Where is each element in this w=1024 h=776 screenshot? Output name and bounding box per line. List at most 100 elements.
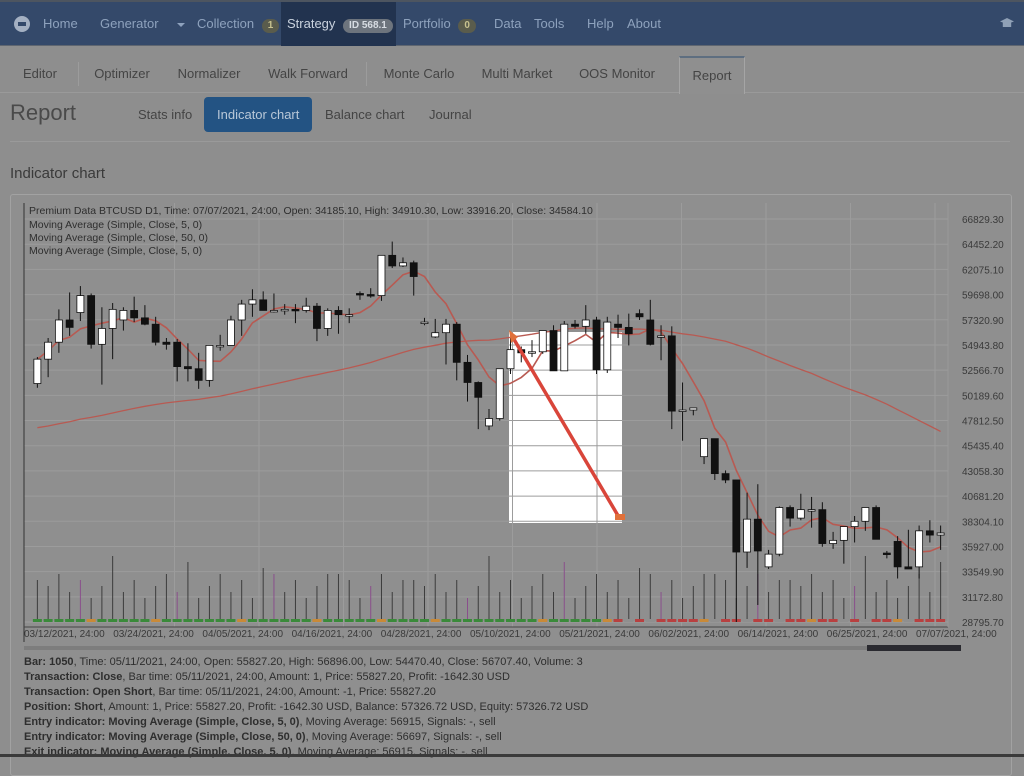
candle-bear bbox=[87, 295, 96, 345]
y-tick-label: 62075.10 bbox=[962, 265, 1004, 276]
candle-bull bbox=[205, 345, 214, 381]
signal-marker bbox=[140, 619, 150, 622]
signal-marker bbox=[194, 619, 204, 622]
info-bar: Bar: 1050, Time: 05/11/2021, 24:00, Open… bbox=[24, 656, 583, 668]
candle-bear bbox=[882, 552, 891, 555]
y-tick-label: 43058.30 bbox=[962, 467, 1004, 478]
info-entry-indicator-2: Entry indicator: Moving Average (Simple,… bbox=[24, 731, 502, 743]
signal-marker bbox=[839, 619, 849, 622]
signal-marker bbox=[430, 619, 440, 622]
x-tick-label: 04/28/2021, 24:00 bbox=[381, 629, 462, 640]
y-tick-label: 31172.80 bbox=[962, 593, 1003, 604]
candle-bear bbox=[388, 254, 397, 267]
candle-bull bbox=[280, 308, 289, 312]
signal-marker bbox=[226, 619, 236, 622]
signal-marker bbox=[592, 619, 602, 622]
signal-marker bbox=[753, 619, 763, 622]
y-tick-label: 38304.10 bbox=[962, 517, 1004, 528]
signal-marker bbox=[516, 619, 526, 622]
info-bar-rest: , Time: 05/11/2021, 24:00, Open: 55827.2… bbox=[73, 656, 583, 668]
signal-marker bbox=[441, 619, 451, 622]
signal-marker bbox=[828, 619, 838, 622]
chart-title: Premium Data BTCUSD D1, Time: 07/07/2021… bbox=[29, 205, 593, 217]
signal-marker bbox=[635, 619, 645, 622]
y-tick-label: 35927.00 bbox=[962, 542, 1004, 553]
info-rest: , Moving Average: 56915, Signals: -, sel… bbox=[299, 716, 496, 728]
signal-marker bbox=[742, 619, 752, 622]
signal-marker bbox=[903, 619, 913, 622]
y-tick-label: 54943.80 bbox=[962, 341, 1004, 352]
signal-marker bbox=[97, 619, 107, 622]
candle-bear bbox=[549, 330, 558, 372]
info-transaction-open: Transaction: Open Short, Bar time: 05/11… bbox=[24, 686, 436, 698]
x-tick-label: 04/05/2021, 24:00 bbox=[202, 629, 283, 640]
candle-bull bbox=[54, 319, 63, 343]
signal-marker bbox=[710, 619, 720, 622]
signal-marker bbox=[796, 619, 806, 622]
x-tick-label: 06/25/2021, 24:00 bbox=[827, 629, 908, 640]
candle-bear bbox=[753, 518, 762, 552]
signal-marker bbox=[850, 619, 860, 622]
candle-bull bbox=[678, 409, 687, 412]
candle-bear bbox=[151, 323, 160, 343]
signal-marker bbox=[376, 619, 386, 622]
candle-bull bbox=[485, 418, 493, 427]
candle-bull bbox=[442, 323, 450, 334]
candle-bull bbox=[743, 518, 751, 553]
signal-marker bbox=[506, 619, 516, 622]
signal-marker bbox=[914, 619, 924, 622]
candle-bull bbox=[538, 330, 547, 353]
candle-bear bbox=[162, 341, 171, 345]
indicator-chart[interactable]: 66829.30 64452.20 62075.10 59698.00 57320.90… bbox=[0, 0, 1024, 757]
candle-bull bbox=[495, 368, 504, 419]
candle-bull bbox=[377, 254, 386, 297]
signal-marker bbox=[323, 619, 333, 622]
candle-bull bbox=[237, 303, 246, 321]
signal-marker bbox=[817, 619, 827, 622]
info-entry-indicator-1: Entry indicator: Moving Average (Simple,… bbox=[24, 716, 496, 728]
candle-bull bbox=[248, 299, 257, 305]
x-axis-labels: 03/12/2021, 24:00 03/24/2021, 24:00 04/05/… bbox=[24, 629, 997, 640]
y-tick-label: 28795.70 bbox=[962, 618, 1004, 629]
signal-marker bbox=[495, 619, 505, 622]
info-label: Entry indicator: Moving Average (Simple,… bbox=[24, 716, 300, 728]
signal-marker bbox=[860, 619, 870, 622]
candle-bear bbox=[173, 341, 182, 367]
candle-bull bbox=[506, 349, 515, 370]
chart-scrollbar-thumb[interactable] bbox=[867, 645, 961, 651]
signal-marker bbox=[247, 619, 257, 622]
signal-marker bbox=[65, 619, 75, 622]
signal-marker bbox=[527, 619, 537, 622]
candle-bull bbox=[861, 507, 870, 522]
signal-marker bbox=[688, 619, 698, 622]
signal-marker bbox=[387, 619, 397, 622]
signal-marker bbox=[269, 619, 279, 622]
candle-bull bbox=[829, 539, 837, 544]
signal-marker bbox=[355, 619, 365, 622]
candle-bull bbox=[560, 323, 569, 372]
candle-bull bbox=[323, 310, 332, 329]
candle-bear bbox=[259, 299, 268, 311]
candle-bear bbox=[184, 366, 192, 370]
signal-marker bbox=[721, 619, 731, 622]
candle-bear bbox=[732, 479, 741, 553]
signal-marker bbox=[409, 619, 419, 622]
signal-marker bbox=[452, 619, 462, 622]
info-rest: , Bar time: 05/11/2021, 24:00, Amount: 1… bbox=[122, 671, 510, 683]
candle-bear bbox=[925, 530, 934, 536]
candle-bull bbox=[302, 305, 311, 311]
info-label: Position: Short bbox=[24, 701, 103, 713]
chart-scrollbar-track[interactable] bbox=[24, 646, 961, 650]
signal-marker bbox=[667, 619, 677, 622]
candle-bull bbox=[528, 351, 536, 354]
legend-ma5-exit: Moving Average (Simple, Close, 5, 0) bbox=[29, 245, 202, 257]
candle-bear bbox=[313, 305, 321, 329]
x-tick-label: 03/12/2021, 24:00 bbox=[24, 629, 105, 640]
signal-marker bbox=[882, 619, 892, 622]
signal-marker bbox=[366, 619, 376, 622]
info-position: Position: Short, Amount: 1, Price: 55827… bbox=[24, 701, 588, 713]
signal-marker bbox=[54, 619, 64, 622]
candle-bull bbox=[399, 262, 407, 267]
signal-marker bbox=[419, 619, 429, 622]
y-tick-label: 40681.20 bbox=[962, 492, 1004, 503]
